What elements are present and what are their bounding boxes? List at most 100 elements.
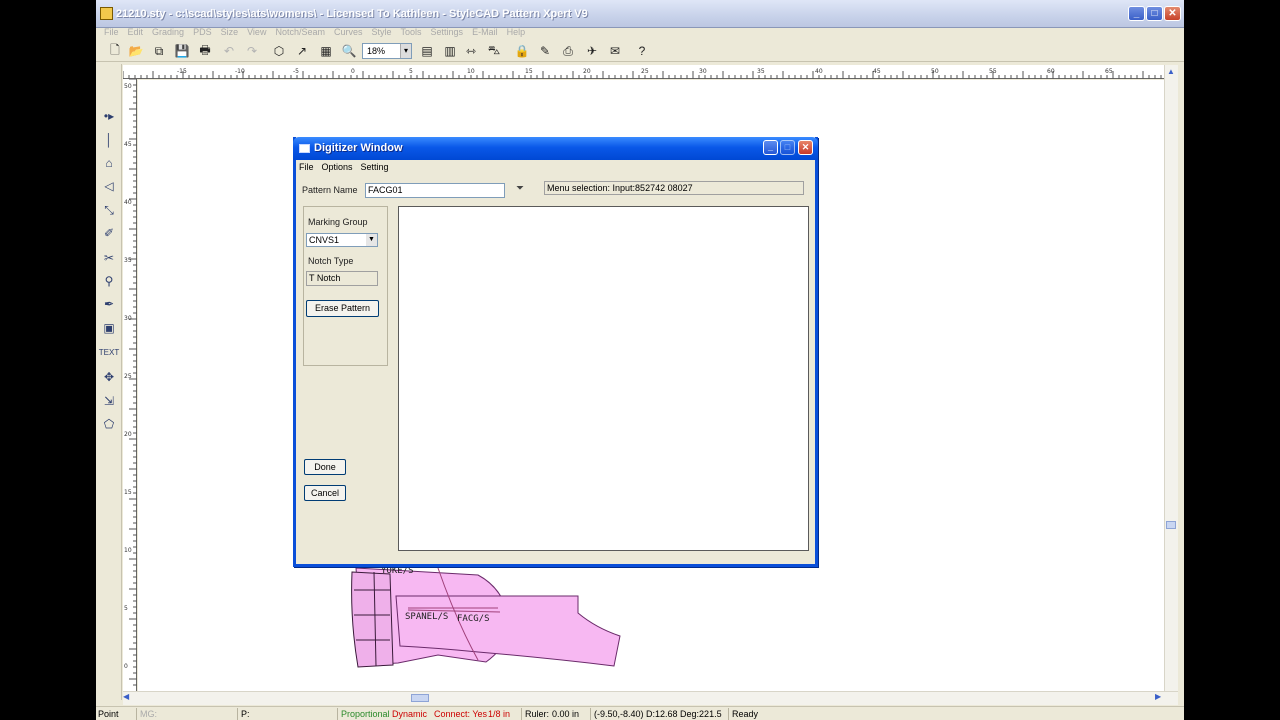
point-tool-icon[interactable]: •▸ — [99, 106, 119, 126]
runner-icon[interactable]: ✈ — [583, 42, 601, 60]
minimize-button[interactable]: _ — [1128, 6, 1145, 21]
done-button[interactable]: Done — [304, 459, 346, 475]
horizontal-scroll-thumb[interactable] — [411, 694, 429, 702]
scroll-left-arrow-icon[interactable]: ◀ — [123, 692, 129, 701]
window-title: 21210.sty - c:\scad\styles\ats\womens\ -… — [116, 8, 588, 20]
print-icon[interactable]: 🖶 — [196, 42, 214, 60]
zoom-dropdown-arrow[interactable]: ▾ — [400, 44, 411, 58]
dialog-maximize-button[interactable]: □ — [780, 140, 795, 155]
ruler-top: -15 -10 -5 0 5 10 15 20 25 30 35 40 45 50 55 60 65 — [123, 65, 1171, 79]
menu-file[interactable]: File — [104, 24, 119, 40]
seam-tool-icon[interactable]: ✐ — [99, 223, 119, 243]
line-tool-icon[interactable]: │ — [99, 130, 119, 150]
dialog-title-bar[interactable]: Digitizer Window _ □ ✕ — [293, 137, 818, 160]
zoom-icon[interactable]: 🔍 — [340, 42, 358, 60]
ruler-left-ticks: 50454035302520151050 — [124, 79, 137, 686]
book-split-icon[interactable]: ▥ — [441, 42, 459, 60]
open-folder-icon[interactable]: 📂 — [127, 42, 145, 60]
menu-style[interactable]: Style — [372, 24, 392, 40]
tool-pointer-icon[interactable]: ↗ — [293, 42, 311, 60]
marking-group-dropdown-icon[interactable]: ▼ — [366, 234, 377, 246]
text-tool-icon[interactable]: TEXT — [99, 342, 119, 362]
digitizer-preview-area[interactable] — [398, 206, 809, 551]
open-multiple-icon[interactable]: ⧉ — [150, 42, 168, 60]
mirror-icon[interactable]: ⇿ — [462, 42, 480, 60]
toolbar: 🗋 📂 ⧉ 💾 🖶 ↶ ↷ ⬡ ↗ ▦ 🔍 18% ▾ ▤ ▥ ⇿ ⛍ 🔒 ✎ … — [96, 40, 1184, 62]
scroll-right-arrow-icon[interactable]: ▶ — [1155, 692, 1161, 701]
ruler-label: 35 — [757, 68, 765, 75]
notch-tool-icon[interactable]: ⤡ — [99, 200, 119, 220]
digitizer-dialog: Digitizer Window _ □ ✕ File Options Sett… — [293, 137, 818, 567]
measure-tool-icon[interactable]: ⇲ — [99, 391, 119, 411]
ruler-label: 20 — [583, 68, 591, 75]
horizontal-scrollbar[interactable]: ◀ ▶ — [123, 691, 1178, 705]
help-icon[interactable]: ? — [633, 42, 651, 60]
vertical-scrollbar[interactable]: ▲ — [1164, 65, 1178, 691]
pen-tool-icon[interactable]: ✒ — [99, 294, 119, 314]
dialog-menu-file[interactable]: File — [299, 160, 314, 174]
new-file-icon[interactable]: 🗋 — [106, 42, 124, 60]
menu-help[interactable]: Help — [507, 24, 526, 40]
dialog-minimize-button[interactable]: _ — [763, 140, 778, 155]
scroll-up-arrow-icon[interactable]: ▲ — [1167, 67, 1175, 76]
menu-notch-seam[interactable]: Notch/Seam — [275, 24, 325, 40]
close-button[interactable]: ✕ — [1164, 6, 1181, 21]
status-mode: Point — [98, 709, 119, 719]
ruler-label: 5 — [124, 605, 128, 612]
block-tool-icon[interactable]: ▣ — [99, 318, 119, 338]
redo-icon[interactable]: ↷ — [243, 42, 261, 60]
status-dynamic: Dynamic — [392, 709, 428, 719]
ruler-label: 60 — [1047, 68, 1055, 75]
status-bar: Point MG: P: Proportional Dynamic Connec… — [96, 706, 1184, 720]
dialog-menu-bar: File Options Setting — [299, 160, 814, 174]
menu-view[interactable]: View — [247, 24, 266, 40]
piece-tool-icon[interactable]: ⌂ — [99, 153, 119, 173]
tool-strip: •▸ │ ⌂ ◁ ⤡ ✐ ✂ ⚲ ✒ ▣ TEXT ✥ ⇲ ⬠ — [96, 64, 122, 700]
app-icon — [100, 7, 113, 20]
ruler-label: 40 — [815, 68, 823, 75]
digitize-icon[interactable]: ✎ — [536, 42, 554, 60]
menu-curves[interactable]: Curves — [334, 24, 363, 40]
dialog-menu-setting[interactable]: Setting — [361, 160, 389, 174]
options-panel — [303, 206, 388, 366]
dart-tool-icon[interactable]: ◁ — [99, 176, 119, 196]
save-icon[interactable]: 💾 — [173, 42, 191, 60]
cancel-button[interactable]: Cancel — [304, 485, 346, 501]
dialog-close-button[interactable]: ✕ — [798, 140, 813, 155]
marking-group-label: Marking Group — [308, 217, 368, 227]
menu-grading[interactable]: Grading — [152, 24, 184, 40]
pattern-label-yoke: YOKE/S — [381, 566, 414, 576]
maximize-button[interactable]: □ — [1146, 6, 1163, 21]
plot-icon[interactable]: ⎙ — [559, 42, 577, 60]
ruler-label: 35 — [124, 257, 132, 264]
grade-tool-icon[interactable]: ⚲ — [99, 271, 119, 291]
dialog-window-icon — [299, 144, 310, 153]
vertical-scroll-thumb[interactable] — [1166, 521, 1176, 529]
move-tool-icon[interactable]: ✥ — [99, 367, 119, 387]
notch-type-label: Notch Type — [308, 256, 354, 266]
menu-tools[interactable]: Tools — [401, 24, 422, 40]
ruler-label: 10 — [467, 68, 475, 75]
cut-tool-icon[interactable]: ✂ — [99, 248, 119, 268]
pattern-name-dropdown-icon[interactable]: ⏷ — [511, 183, 529, 198]
email-icon[interactable]: ✉ — [606, 42, 624, 60]
book-open-icon[interactable]: ▤ — [418, 42, 436, 60]
pattern-name-input[interactable]: FACG01 — [365, 183, 505, 198]
ruler-left: 50 45 40 35 30 25 20 15 10 5 0 — [123, 79, 137, 691]
erase-pattern-button[interactable]: Erase Pattern — [306, 300, 379, 317]
shape-tool-icon[interactable]: ⬠ — [99, 414, 119, 434]
lock-icon[interactable]: 🔒 — [513, 42, 531, 60]
status-connect: Connect: Yes — [434, 709, 488, 719]
menu-size[interactable]: Size — [221, 24, 239, 40]
menu-edit[interactable]: Edit — [128, 24, 144, 40]
grid-icon[interactable]: ▦ — [317, 42, 335, 60]
dialog-menu-options[interactable]: Options — [322, 160, 353, 174]
piece-select-icon[interactable]: ⬡ — [270, 42, 288, 60]
undo-icon[interactable]: ↶ — [220, 42, 238, 60]
pattern-facing-piece[interactable] — [351, 571, 394, 668]
menu-email[interactable]: E-Mail — [472, 24, 498, 40]
menu-pds[interactable]: PDS — [193, 24, 212, 40]
ruler-label: 30 — [124, 315, 132, 322]
menu-settings[interactable]: Settings — [431, 24, 464, 40]
measure-car-icon[interactable]: ⛍ — [485, 42, 503, 60]
